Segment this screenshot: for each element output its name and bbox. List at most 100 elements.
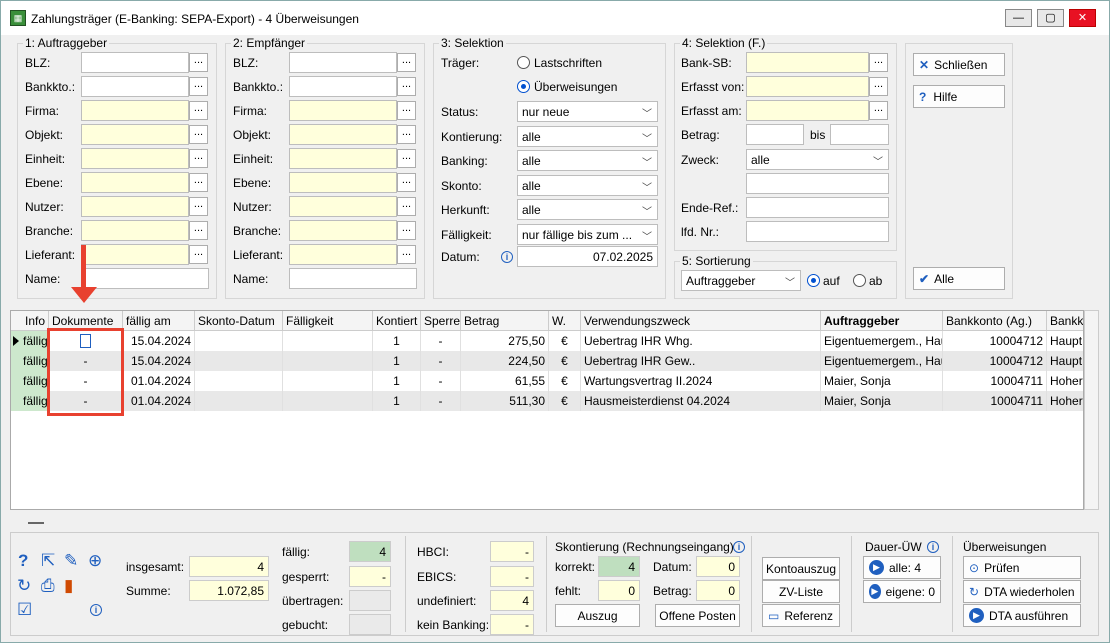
add-icon[interactable]: ⊕ (88, 552, 102, 570)
pruefen-button[interactable]: ⊙ Prüfen (963, 556, 1081, 579)
column-header-0[interactable]: Info (11, 311, 49, 331)
betrag-from-input[interactable] (746, 124, 804, 145)
auftraggeber-lookup-button-7[interactable]: ... (189, 221, 208, 240)
erfasst-von-input[interactable] (746, 76, 869, 97)
cursor-icon[interactable]: ⇱ (41, 552, 55, 570)
alle-button[interactable]: ✔ Alle (913, 267, 1005, 290)
column-header-8[interactable]: W. (549, 311, 581, 331)
office-icon[interactable]: ▮ (64, 577, 73, 595)
auftraggeber-lookup-button-8[interactable]: ... (189, 245, 208, 264)
auftraggeber-input-6[interactable] (81, 196, 189, 217)
column-header-4[interactable]: Fälligkeit (283, 311, 373, 331)
table-row[interactable]: fällig -01.04.2024 1-511,30 € Hausmeisterdie… (11, 391, 1083, 411)
refresh-icon[interactable]: ↻ (17, 577, 31, 595)
splitter-handle[interactable] (28, 522, 44, 524)
referenz-button[interactable]: ▭ Referenz (762, 604, 840, 627)
column-header-7[interactable]: Betrag (461, 311, 549, 331)
empfaenger-input-8[interactable] (289, 244, 397, 265)
selektion-select-0[interactable]: nur neue ﹀ (517, 101, 658, 122)
empfaenger-input-9[interactable] (289, 268, 417, 289)
dta-wiederholen-button[interactable]: ↻ DTA wiederholen (963, 580, 1081, 603)
empfaenger-lookup-button-5[interactable]: ... (397, 173, 416, 192)
empfaenger-lookup-button-6[interactable]: ... (397, 197, 416, 216)
table-row[interactable]: fällig -01.04.2024 1-61,55 € Wartungsvertrag… (11, 371, 1083, 391)
print-icon[interactable]: ⎙ (41, 577, 55, 595)
maximize-button[interactable]: ▢ (1037, 9, 1064, 27)
table-scrollbar[interactable] (1084, 310, 1099, 510)
empfaenger-input-2[interactable] (289, 100, 397, 121)
auftraggeber-lookup-button-4[interactable]: ... (189, 149, 208, 168)
sortierung-select[interactable]: Auftraggeber ﹀ (681, 270, 801, 291)
lfd-nr-input[interactable] (746, 221, 889, 242)
auftraggeber-input-4[interactable] (81, 148, 189, 169)
column-header-6[interactable]: Sperre (421, 311, 461, 331)
auftraggeber-lookup-button-5[interactable]: ... (189, 173, 208, 192)
column-header-10[interactable]: Auftraggeber (821, 311, 943, 331)
selektion-select-1[interactable]: alle ﹀ (517, 125, 658, 147)
checkbox-icon[interactable]: ☑ (17, 601, 32, 619)
ende-ref-input[interactable] (746, 197, 889, 218)
auftraggeber-input-7[interactable] (81, 220, 189, 241)
column-header-2[interactable]: fällig am (123, 311, 195, 331)
empfaenger-input-0[interactable] (289, 52, 397, 73)
erfasst-am-lookup-button[interactable]: ... (869, 101, 888, 120)
column-header-5[interactable]: Kontiert (373, 311, 421, 331)
column-header-12[interactable]: Bankk (1047, 311, 1083, 331)
betrag-to-input[interactable] (830, 124, 889, 145)
empfaenger-input-4[interactable] (289, 148, 397, 169)
dauer-alle-button[interactable]: ▶ alle: 4 (863, 556, 941, 579)
table-row[interactable]: fällig -15.04.2024 1-224,50 € Uebertrag IHR … (11, 351, 1083, 371)
minimize-button[interactable]: — (1005, 9, 1032, 27)
auszug-button[interactable]: Auszug (555, 604, 640, 627)
bank-sb-lookup-button[interactable]: ... (869, 53, 888, 72)
empfaenger-lookup-button-4[interactable]: ... (397, 149, 416, 168)
empfaenger-input-1[interactable] (289, 76, 397, 97)
zweck-select[interactable]: alle ﹀ (746, 149, 889, 170)
auftraggeber-input-5[interactable] (81, 172, 189, 193)
zv-liste-button[interactable]: ZV-Liste (762, 580, 840, 603)
auftraggeber-lookup-button-1[interactable]: ... (189, 77, 208, 96)
auftraggeber-input-9[interactable] (81, 268, 209, 289)
dauer-eigene-button[interactable]: ▶ eigene: 0 (863, 580, 941, 603)
table-row[interactable]: fällig 15.04.2024 1-275,50 € Uebertrag IHR W… (11, 331, 1083, 351)
auftraggeber-input-0[interactable] (81, 52, 189, 73)
offene-posten-button[interactable]: Offene Posten (655, 604, 740, 627)
kontoauszug-button[interactable]: Kontoauszug (762, 557, 840, 580)
empfaenger-input-3[interactable] (289, 124, 397, 145)
sort-ab-radio[interactable] (853, 274, 866, 287)
hilfe-button[interactable]: ? Hilfe (913, 85, 1005, 108)
edit-icon[interactable]: ✎ (64, 552, 78, 570)
empfaenger-input-5[interactable] (289, 172, 397, 193)
column-header-11[interactable]: Bankkonto (Ag.) (943, 311, 1047, 331)
bank-sb-input[interactable] (746, 52, 869, 73)
selektion-select-5[interactable]: nur fällige bis zum ... ﹀ (517, 223, 658, 245)
empfaenger-lookup-button-8[interactable]: ... (397, 245, 416, 264)
lastschriften-radio[interactable] (517, 56, 530, 69)
auftraggeber-lookup-button-3[interactable]: ... (189, 125, 208, 144)
sort-auf-radio[interactable] (807, 274, 820, 287)
auftraggeber-lookup-button-6[interactable]: ... (189, 197, 208, 216)
datum-input[interactable]: 07.02.2025 (517, 246, 658, 267)
auftraggeber-lookup-button-0[interactable]: ... (189, 53, 208, 72)
auftraggeber-input-8[interactable] (81, 244, 189, 265)
close-window-button[interactable]: ✕ (1069, 9, 1096, 27)
empfaenger-lookup-button-3[interactable]: ... (397, 125, 416, 144)
auftraggeber-input-1[interactable] (81, 76, 189, 97)
selektion-select-2[interactable]: alle ﹀ (517, 150, 658, 171)
empfaenger-lookup-button-0[interactable]: ... (397, 53, 416, 72)
empfaenger-lookup-button-2[interactable]: ... (397, 101, 416, 120)
help-icon[interactable]: ? (18, 552, 28, 570)
dta-ausfuehren-button[interactable]: ▶ DTA ausführen (963, 604, 1081, 627)
erfasst-von-lookup-button[interactable]: ... (869, 77, 888, 96)
empfaenger-lookup-button-1[interactable]: ... (397, 77, 416, 96)
schliessen-button[interactable]: ✕ Schließen (913, 53, 1005, 76)
column-header-9[interactable]: Verwendungszweck (581, 311, 821, 331)
selektion-select-4[interactable]: alle ﹀ (517, 199, 658, 220)
zweck-text-input[interactable] (746, 173, 889, 194)
empfaenger-input-6[interactable] (289, 196, 397, 217)
auftraggeber-input-3[interactable] (81, 124, 189, 145)
selektion-select-3[interactable]: alle ﹀ (517, 174, 658, 196)
auftraggeber-input-2[interactable] (81, 100, 189, 121)
empfaenger-lookup-button-7[interactable]: ... (397, 221, 416, 240)
erfasst-am-input[interactable] (746, 100, 869, 121)
